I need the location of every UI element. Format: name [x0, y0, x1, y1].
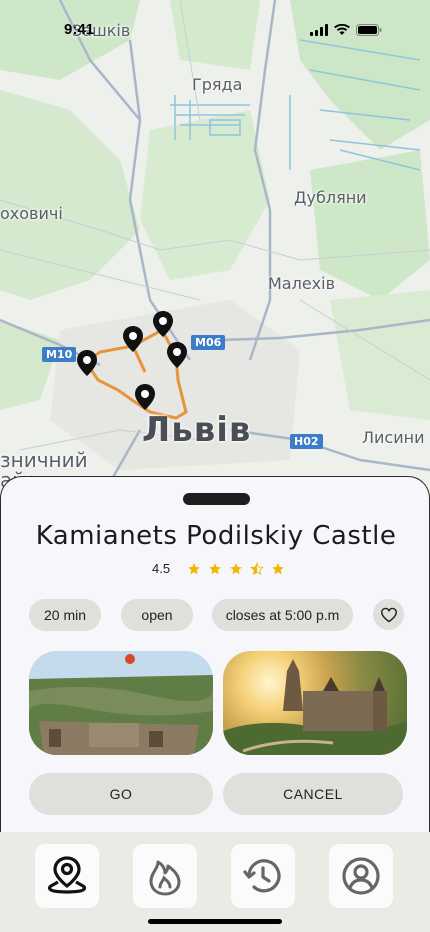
cancel-button[interactable]: CANCEL	[223, 773, 403, 815]
map-view[interactable]: Зашків Гряда Дубляни оховичі Малехів Льв…	[0, 0, 430, 500]
star-icon	[230, 562, 242, 574]
map-pin-icon	[47, 856, 87, 894]
rating-value: 4.5	[152, 561, 171, 576]
road-badge-m06: M06	[191, 335, 226, 350]
sheet-grabber[interactable]	[183, 493, 250, 505]
place-details-sheet: Kamianets Podilskiy Castle 4.5 20 min op…	[0, 476, 430, 832]
map-pin-marker[interactable]	[152, 310, 174, 338]
status-time: 9:41	[64, 21, 95, 38]
tab-popular[interactable]	[133, 844, 197, 908]
map-pin-marker[interactable]	[76, 349, 98, 377]
tab-map[interactable]	[35, 844, 99, 908]
half-star-icon	[250, 561, 264, 575]
tab-profile[interactable]	[329, 844, 393, 908]
map-label-malekhiv: Малехів	[268, 274, 336, 293]
favorite-button[interactable]	[373, 599, 404, 630]
heart-icon	[380, 607, 397, 622]
wifi-icon	[334, 24, 350, 35]
tab-bar	[0, 832, 430, 932]
map-pin-marker[interactable]	[134, 383, 156, 411]
home-indicator	[148, 919, 282, 924]
map-label-left: оховичі	[0, 204, 63, 223]
castle-aerial-photo[interactable]	[29, 651, 213, 755]
map-pin-marker[interactable]	[166, 341, 188, 369]
open-status-chip: open	[121, 599, 193, 631]
cellular-signal-icon	[310, 24, 328, 36]
closing-time-chip: closes at 5:00 p.m	[212, 599, 353, 631]
battery-icon	[356, 24, 382, 36]
star-icon	[272, 562, 284, 574]
star-icon	[188, 562, 200, 574]
rating-row: 4.5	[152, 561, 285, 576]
castle-sunset-photo[interactable]	[223, 651, 407, 755]
profile-icon	[342, 857, 380, 895]
status-bar: 9:41	[0, 0, 430, 60]
go-button[interactable]: GO	[29, 773, 213, 815]
map-label-hryada: Гряда	[192, 75, 243, 94]
flame-icon	[149, 860, 181, 896]
map-label-city: Львів	[142, 410, 252, 450]
map-pin-marker[interactable]	[122, 325, 144, 353]
road-badge-m10: M10	[42, 347, 77, 362]
castle-aerial-illustration	[29, 651, 213, 755]
tab-history[interactable]	[231, 844, 295, 908]
status-icons	[310, 24, 382, 36]
duration-chip: 20 min	[29, 599, 101, 631]
castle-sunset-illustration	[223, 659, 407, 755]
history-icon	[243, 859, 281, 893]
place-title: Kamianets Podilskiy Castle	[35, 521, 397, 551]
map-label-lysynychi: Лисини	[362, 428, 425, 447]
road-badge-h02: H02	[290, 434, 323, 449]
star-icon	[209, 562, 221, 574]
map-label-dublyany: Дубляни	[294, 188, 367, 207]
